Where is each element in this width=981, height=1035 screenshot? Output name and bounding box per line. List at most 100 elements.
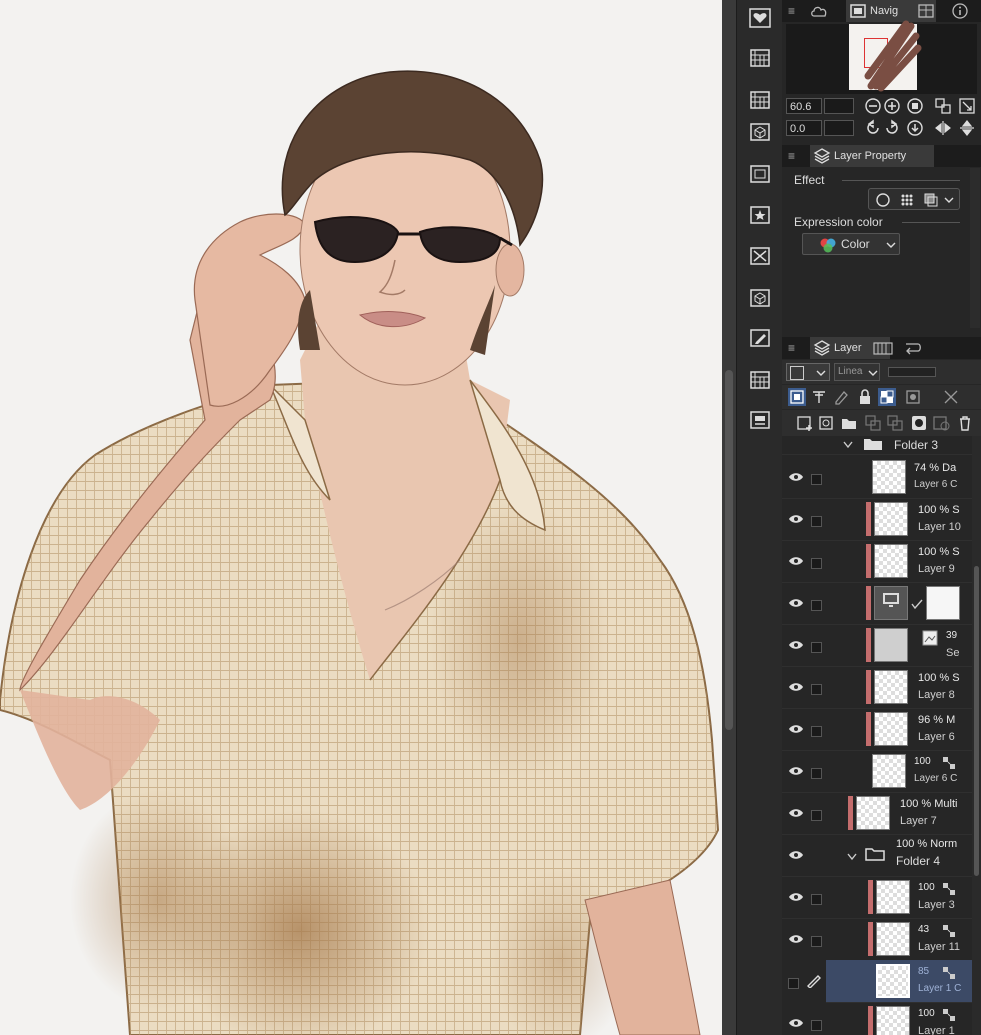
layer-row[interactable]: 100 % S Layer 9	[782, 540, 972, 583]
canvas-vertical-scrollbar[interactable]	[722, 0, 736, 1035]
border-effect-icon[interactable]	[875, 192, 891, 208]
canvas-scroll-thumb[interactable]	[725, 370, 733, 730]
menu-handle-icon[interactable]: ≡	[788, 4, 795, 18]
ruler-range-icon[interactable]	[942, 388, 960, 406]
grid-palette-icon-2[interactable]	[748, 88, 772, 112]
edit-target-checkbox[interactable]	[811, 1020, 822, 1031]
edit-target-checkbox[interactable]	[811, 474, 822, 485]
layer-row-selected[interactable]: 85 Layer 1 C	[826, 960, 972, 1003]
edit-target-checkbox[interactable]	[811, 642, 822, 653]
rotate-right-icon[interactable]	[883, 119, 901, 137]
navigator-preview[interactable]	[786, 20, 977, 94]
layer-row[interactable]: 100 Layer 1	[782, 1002, 972, 1035]
drawing-canvas[interactable]	[0, 0, 722, 1035]
edit-target-checkbox[interactable]	[811, 810, 822, 821]
edit-pencil-icon[interactable]	[748, 326, 772, 350]
star-material-icon[interactable]	[748, 203, 772, 227]
history-tab-icon[interactable]	[902, 340, 924, 356]
new-folder-icon[interactable]	[840, 414, 858, 432]
blend-mode-dropdown[interactable]	[786, 363, 830, 381]
reference-layer-icon[interactable]	[810, 388, 828, 406]
zoom-field[interactable]: 60.6	[786, 98, 822, 114]
merge-down-icon[interactable]	[886, 414, 904, 432]
eye-icon[interactable]	[788, 1018, 804, 1028]
edit-target-checkbox[interactable]	[811, 768, 822, 779]
rotation-field[interactable]: 0.0	[786, 120, 822, 136]
zoom-slider[interactable]	[824, 98, 854, 114]
eye-icon[interactable]	[788, 808, 804, 818]
cross-frame-icon[interactable]	[748, 244, 772, 268]
eye-icon[interactable]	[788, 556, 804, 566]
tone-effect-icon[interactable]	[899, 192, 915, 208]
chevron-down-icon[interactable]	[943, 194, 955, 206]
eye-icon[interactable]	[788, 472, 804, 482]
layer-row[interactable]: 100 % Multi Layer 7	[782, 792, 972, 835]
layer-row-folder-3[interactable]: Folder 3	[782, 436, 972, 455]
tab-layer-property[interactable]: Layer Property	[810, 145, 934, 167]
3d-cube-icon-2[interactable]	[748, 286, 772, 310]
layer-row[interactable]: 100 % S Layer 10	[782, 498, 972, 541]
flip-vertical-icon[interactable]	[958, 119, 976, 137]
eye-icon[interactable]	[788, 850, 804, 860]
layer-row[interactable]: 39 Se	[782, 624, 972, 667]
stop-icon[interactable]	[906, 97, 924, 115]
layer-row[interactable]: 74 % Da Layer 6 C	[782, 456, 972, 499]
eye-icon[interactable]	[788, 640, 804, 650]
layer-scroll-thumb[interactable]	[974, 566, 979, 876]
eye-icon[interactable]	[788, 682, 804, 692]
draft-layer-icon[interactable]	[832, 388, 850, 406]
lock-transparent-pixels-icon[interactable]	[878, 388, 896, 406]
grid-palette-icon-3[interactable]	[748, 368, 772, 392]
expression-color-dropdown[interactable]: Color	[802, 233, 900, 255]
layer-row[interactable]: 96 % M Layer 6	[782, 708, 972, 751]
edit-target-checkbox[interactable]	[811, 726, 822, 737]
edit-target-checkbox[interactable]	[811, 894, 822, 905]
new-vector-layer-icon[interactable]	[818, 414, 836, 432]
menu-handle-icon-3[interactable]: ≡	[788, 341, 795, 355]
edit-target-checkbox[interactable]	[811, 516, 822, 527]
layer-palette-icon[interactable]	[748, 408, 772, 432]
favorites-heart-icon[interactable]	[748, 6, 772, 30]
layer-row[interactable]: 100 Layer 3	[782, 876, 972, 919]
edit-target-checkbox[interactable]	[811, 936, 822, 947]
edit-target-checkbox[interactable]	[811, 558, 822, 569]
fit-to-window-icon[interactable]	[934, 97, 952, 115]
chevron-down-icon-folder3[interactable]	[842, 440, 854, 450]
cloud-icon[interactable]	[810, 3, 830, 19]
fill-window-icon[interactable]	[958, 97, 976, 115]
info-icon[interactable]	[950, 2, 970, 20]
chevron-down-icon-folder4[interactable]	[846, 852, 858, 862]
layer-row[interactable]	[782, 582, 972, 625]
flip-horizontal-icon[interactable]	[934, 119, 952, 137]
3d-cube-icon[interactable]	[748, 120, 772, 144]
property-scrollbar[interactable]	[970, 168, 980, 328]
rotate-left-icon[interactable]	[864, 119, 882, 137]
apply-mask-icon[interactable]	[932, 414, 950, 432]
delete-layer-icon[interactable]	[956, 414, 974, 432]
menu-handle-icon-2[interactable]: ≡	[788, 149, 795, 163]
eye-icon[interactable]	[788, 724, 804, 734]
eye-icon[interactable]	[788, 934, 804, 944]
opacity-slider[interactable]	[888, 367, 936, 377]
sub-view-icon[interactable]	[748, 162, 772, 186]
transfer-down-icon[interactable]	[864, 414, 882, 432]
eye-icon[interactable]	[788, 598, 804, 608]
new-raster-layer-icon[interactable]	[796, 414, 814, 432]
eye-icon[interactable]	[788, 892, 804, 902]
grid-palette-icon[interactable]	[748, 46, 772, 70]
layer-list-scrollbar[interactable]	[972, 436, 981, 1035]
create-layer-mask-icon[interactable]	[910, 414, 928, 432]
eye-icon[interactable]	[788, 514, 804, 524]
mask-link-check-icon[interactable]	[910, 598, 924, 610]
layer-row[interactable]: 43 Layer 11	[782, 918, 972, 961]
rotation-slider[interactable]	[824, 120, 854, 136]
lock-icon[interactable]	[856, 388, 874, 406]
expression-mode-dropdown[interactable]: Linea	[834, 363, 880, 381]
visibility-off-checkbox[interactable]	[788, 978, 799, 989]
reset-rotation-icon[interactable]	[906, 119, 924, 137]
eye-icon[interactable]	[788, 766, 804, 776]
animation-timeline-tab-icon[interactable]	[872, 340, 894, 356]
layer-color-effect-icon[interactable]	[923, 192, 939, 208]
zoom-in-icon[interactable]	[883, 97, 901, 115]
edit-target-checkbox[interactable]	[811, 600, 822, 611]
